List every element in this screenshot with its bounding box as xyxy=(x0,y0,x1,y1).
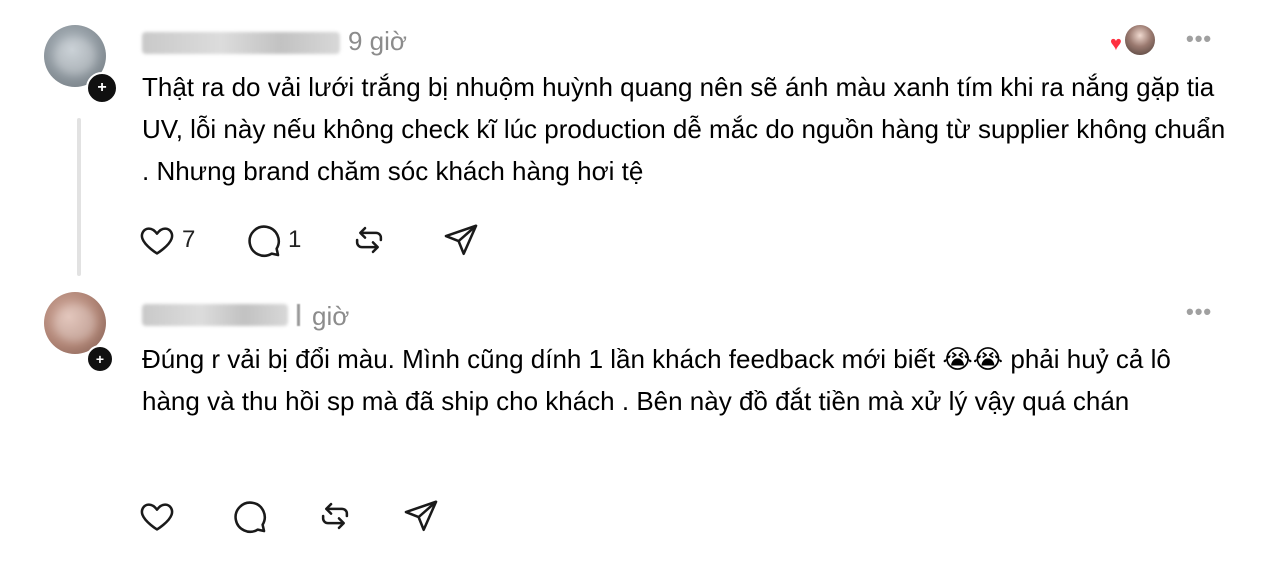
follow-plus-icon[interactable]: + xyxy=(86,345,114,373)
repost-button[interactable] xyxy=(316,496,402,536)
post-time: giờ xyxy=(312,301,350,331)
share-button[interactable] xyxy=(402,496,440,536)
action-bar xyxy=(138,496,440,536)
author-avatar xyxy=(1124,24,1156,56)
reply-icon xyxy=(234,501,266,533)
heart-icon xyxy=(140,227,174,255)
post-text: Đúng r vải bị đổi màu. Mình cũng dính 1 … xyxy=(142,344,1171,416)
like-button[interactable]: 7 xyxy=(138,220,244,260)
post-time: 9 giờ xyxy=(348,26,407,56)
repost-icon xyxy=(321,502,349,530)
heart-icon xyxy=(140,503,174,531)
reply-post: + 9 giờ ♥ ••• Thật ra do vải lưới trắng … xyxy=(0,0,1266,285)
repost-button[interactable] xyxy=(350,220,442,260)
more-options-button[interactable]: ••• xyxy=(1186,299,1212,325)
repost-icon xyxy=(355,226,383,254)
reply-button[interactable]: 1 xyxy=(244,220,350,260)
share-icon xyxy=(404,500,438,532)
like-button[interactable] xyxy=(138,496,230,536)
heart-icon: ♥ xyxy=(1110,33,1122,55)
username-blurred[interactable] xyxy=(142,304,288,326)
post-text: Thật ra do vải lưới trắng bị nhuộm huỳnh… xyxy=(142,72,1226,186)
reply-count: 1 xyxy=(288,226,302,253)
like-count: 7 xyxy=(182,226,196,253)
username-separator xyxy=(297,304,300,326)
username-blurred[interactable] xyxy=(142,32,340,54)
share-icon xyxy=(444,224,478,256)
reply-post: + giờ ••• Đúng r vải bị đổi màu. Mình cũ… xyxy=(0,285,1266,562)
follow-plus-icon[interactable]: + xyxy=(86,72,118,104)
thread-line xyxy=(77,118,81,276)
action-bar: 7 1 xyxy=(138,220,480,260)
share-button[interactable] xyxy=(442,220,480,260)
author-liked-indicator: ♥ xyxy=(1110,24,1156,56)
reply-button[interactable] xyxy=(230,496,316,536)
more-options-button[interactable]: ••• xyxy=(1186,26,1212,52)
reply-icon xyxy=(248,225,280,257)
